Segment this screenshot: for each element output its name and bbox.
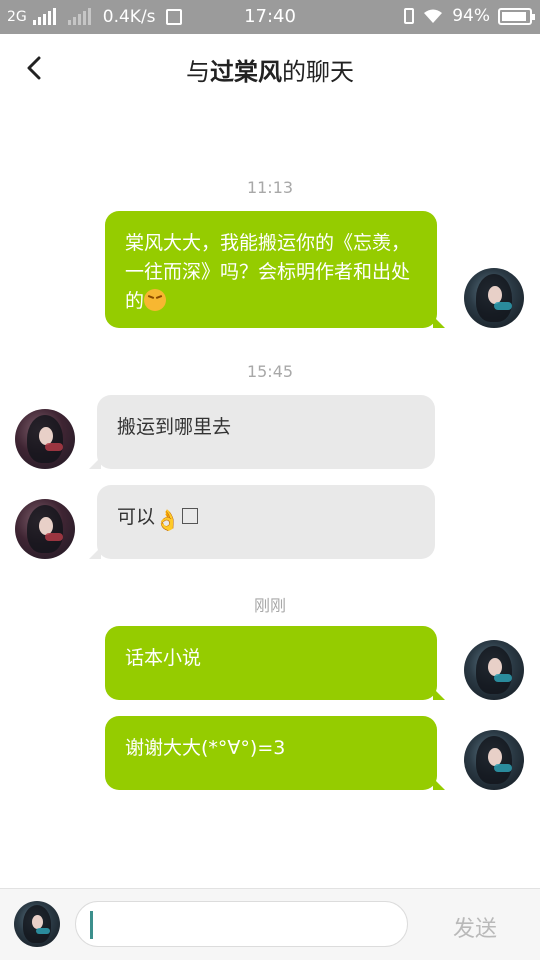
- status-bar: 2G 0.4K/s 17:40 94%: [0, 0, 540, 34]
- chat-header: 与过棠风的聊天: [0, 34, 540, 102]
- message-bubble-outgoing[interactable]: 棠风大大，我能搬运你的《忘羡，一往而深》吗？会标明作者和出处的: [105, 211, 445, 328]
- message-text: 棠风大大，我能搬运你的《忘羡，一往而深》吗？会标明作者和出处的: [125, 232, 411, 312]
- contact-avatar[interactable]: [15, 499, 75, 559]
- my-avatar[interactable]: [464, 730, 524, 790]
- message-text: 搬运到哪里去: [117, 416, 232, 438]
- my-avatar[interactable]: [464, 640, 524, 700]
- message-text: 谢谢大大(*°∀°)=3: [125, 737, 286, 759]
- missing-glyph-icon: [181, 508, 198, 524]
- wifi-icon: [424, 9, 443, 23]
- message-text: 话本小说: [125, 647, 202, 669]
- message-bubble-incoming[interactable]: 可以👌: [89, 485, 435, 559]
- send-button[interactable]: 发送: [453, 911, 497, 943]
- message-bubble-incoming[interactable]: 搬运到哪里去: [89, 395, 435, 469]
- battery-icon: [498, 7, 535, 25]
- page-title: 与过棠风的聊天: [0, 52, 540, 87]
- my-avatar[interactable]: [464, 268, 524, 328]
- status-right: 94%: [404, 6, 535, 26]
- message-bubble-outgoing[interactable]: 话本小说: [105, 626, 445, 700]
- angry-face-icon: [144, 289, 167, 311]
- timestamp: 11:13: [246, 178, 294, 197]
- battery-percent: 94%: [452, 6, 490, 26]
- message-bubble-outgoing[interactable]: 谢谢大大(*°∀°)=3: [105, 716, 445, 790]
- battery-saver-icon: [404, 8, 415, 24]
- input-bar: 发送: [0, 888, 540, 960]
- title-prefix: 与: [186, 58, 210, 86]
- contact-avatar[interactable]: [15, 409, 75, 469]
- timestamp: 15:45: [246, 362, 294, 381]
- message-text: 可以: [117, 506, 156, 528]
- title-suffix: 的聊天: [282, 58, 354, 86]
- timestamp: 刚刚: [253, 596, 286, 615]
- ok-hand-icon: 👌: [155, 508, 180, 532]
- text-caret: [90, 911, 93, 939]
- message-input[interactable]: [75, 901, 408, 947]
- chat-area[interactable]: 11:13 棠风大大，我能搬运你的《忘羡，一往而深》吗？会标明作者和出处的 15…: [0, 102, 540, 888]
- title-username: 过棠风: [210, 58, 282, 86]
- my-avatar[interactable]: [14, 901, 60, 947]
